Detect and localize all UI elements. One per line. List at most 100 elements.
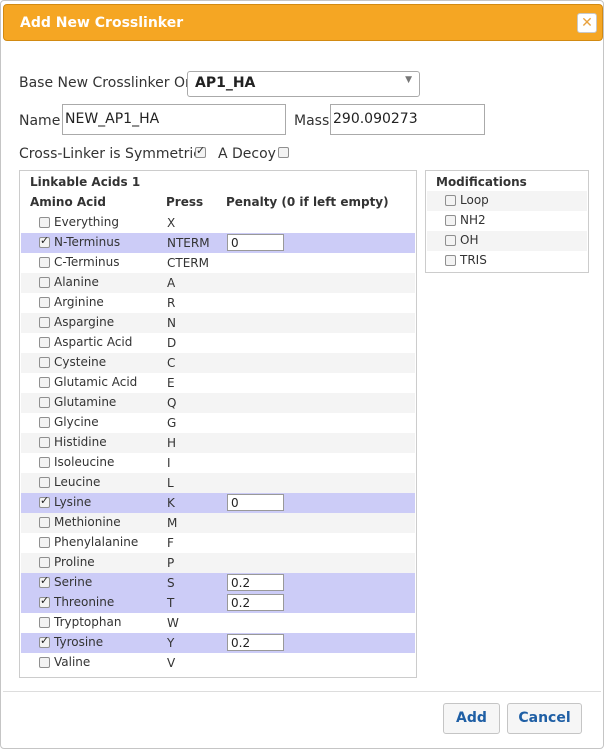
acid-press: F <box>167 536 174 550</box>
acid-press: V <box>167 656 176 670</box>
penalty-input[interactable]: 0.2 <box>227 634 284 651</box>
acid-press: S <box>167 576 175 590</box>
acid-checkbox[interactable] <box>39 477 50 488</box>
symmetric-checkbox[interactable] <box>195 144 206 158</box>
acid-name: Isoleucine <box>54 455 115 469</box>
acid-name: Everything <box>54 215 119 229</box>
chevron-down-icon: ▼ <box>405 75 412 85</box>
acid-checkbox[interactable] <box>39 594 50 608</box>
modification-checkbox[interactable] <box>445 215 456 226</box>
col-amino-acid: Amino Acid <box>30 195 106 209</box>
acid-checkbox[interactable] <box>39 557 50 568</box>
acid-row: Lysine K 0 <box>21 493 415 513</box>
acid-checkbox[interactable] <box>39 617 50 628</box>
mass-input[interactable]: 290.090273 <box>330 104 485 135</box>
acid-name: Lysine <box>54 495 92 509</box>
acid-name: Leucine <box>54 475 101 489</box>
acid-row: Glycine G <box>21 413 415 433</box>
acid-name: Alanine <box>54 275 99 289</box>
penalty-input[interactable]: 0.2 <box>227 594 284 611</box>
acid-row: Methionine M <box>21 513 415 533</box>
acid-checkbox[interactable] <box>39 657 50 668</box>
footer-divider <box>3 691 601 692</box>
penalty-input[interactable]: 0 <box>227 494 284 511</box>
linkable-acids-panel: Linkable Acids 1 Amino Acid Press Penalt… <box>19 170 417 678</box>
modifications-title: Modifications <box>436 175 527 189</box>
name-label: Name <box>19 113 61 129</box>
acid-name: Cysteine <box>54 355 107 369</box>
acid-checkbox[interactable] <box>39 537 50 548</box>
decoy-checkbox[interactable] <box>278 147 289 158</box>
acid-checkbox[interactable] <box>39 417 50 428</box>
acid-row: Everything X <box>21 213 415 233</box>
acid-name: Threonine <box>54 595 115 609</box>
acid-row: Proline P <box>21 553 415 573</box>
modification-name: OH <box>460 233 479 247</box>
acid-row: Glutamine Q <box>21 393 415 413</box>
acid-checkbox[interactable] <box>39 217 50 228</box>
acid-checkbox[interactable] <box>39 437 50 448</box>
acid-checkbox[interactable] <box>39 317 50 328</box>
acid-name: Serine <box>54 575 93 589</box>
acid-checkbox[interactable] <box>39 257 50 268</box>
acid-row: Leucine L <box>21 473 415 493</box>
base-crosslinker-value: AP1_HA <box>195 75 256 91</box>
acid-row: Serine S 0.2 <box>21 573 415 593</box>
acid-row: N-Terminus NTERM 0 <box>21 233 415 253</box>
acid-row: Tryptophan W <box>21 613 415 633</box>
acid-checkbox[interactable] <box>39 357 50 368</box>
modification-checkbox[interactable] <box>445 235 456 246</box>
col-penalty: Penalty (0 if left empty) <box>226 195 389 209</box>
acid-name: Valine <box>54 655 91 669</box>
name-input[interactable]: NEW_AP1_HA <box>62 104 286 135</box>
modification-row: TRIS <box>427 251 587 271</box>
acid-press: M <box>167 516 178 530</box>
acid-press: Q <box>167 396 177 410</box>
acid-row: Valine V <box>21 653 415 673</box>
acid-name: Aspargine <box>54 315 115 329</box>
acid-row: Aspartic Acid D <box>21 333 415 353</box>
modification-name: Loop <box>460 193 489 207</box>
acid-name: Aspartic Acid <box>54 335 133 349</box>
acid-name: Tyrosine <box>54 635 104 649</box>
modification-checkbox[interactable] <box>445 255 456 266</box>
acid-press: Y <box>167 636 175 650</box>
acid-row: C-Terminus CTERM <box>21 253 415 273</box>
acid-checkbox[interactable] <box>39 494 50 508</box>
acid-checkbox[interactable] <box>39 517 50 528</box>
penalty-input[interactable]: 0 <box>227 234 284 251</box>
modification-row: Loop <box>427 191 587 211</box>
acid-name: Phenylalanine <box>54 535 139 549</box>
acid-press: N <box>167 316 176 330</box>
acid-press: P <box>167 556 175 570</box>
acid-press: I <box>167 456 171 470</box>
acid-checkbox[interactable] <box>39 377 50 388</box>
base-crosslinker-label: Base New Crosslinker On <box>19 75 194 91</box>
acid-name: Glutamine <box>54 395 117 409</box>
acid-press: L <box>167 476 174 490</box>
acid-press: W <box>167 616 179 630</box>
close-icon[interactable]: ✕ <box>577 13 597 33</box>
acid-checkbox[interactable] <box>39 277 50 288</box>
acid-press: C <box>167 356 176 370</box>
acid-checkbox[interactable] <box>39 337 50 348</box>
acid-row: Aspargine N <box>21 313 415 333</box>
acid-checkbox[interactable] <box>39 397 50 408</box>
acid-checkbox[interactable] <box>39 634 50 648</box>
cancel-button[interactable]: Cancel <box>507 703 582 734</box>
acid-checkbox[interactable] <box>39 234 50 248</box>
modification-checkbox[interactable] <box>445 195 456 206</box>
base-crosslinker-select[interactable]: AP1_HA ▼ <box>187 71 420 97</box>
penalty-input[interactable]: 0.2 <box>227 574 284 591</box>
acid-row: Alanine A <box>21 273 415 293</box>
acid-name: Glycine <box>54 415 99 429</box>
acid-press: E <box>167 376 175 390</box>
acid-checkbox[interactable] <box>39 457 50 468</box>
acid-press: K <box>167 496 175 510</box>
acid-checkbox[interactable] <box>39 574 50 588</box>
acid-press: D <box>167 336 177 350</box>
acid-checkbox[interactable] <box>39 297 50 308</box>
add-button[interactable]: Add <box>443 703 500 734</box>
modifications-panel: Modifications Loop NH2 OH TRIS <box>425 170 589 273</box>
acid-press: R <box>167 296 176 310</box>
